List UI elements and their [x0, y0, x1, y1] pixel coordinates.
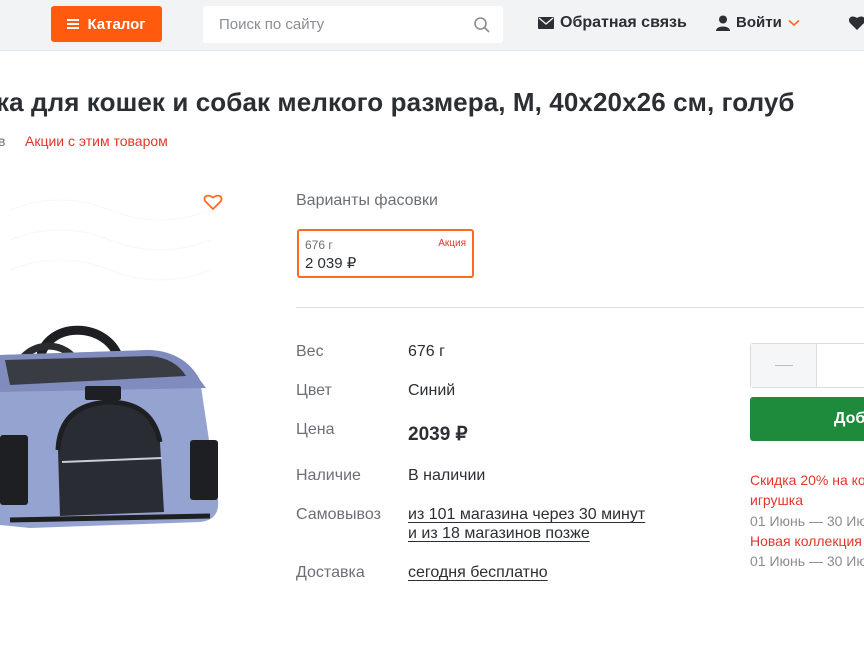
catalog-button[interactable]: Каталог [51, 6, 162, 42]
user-icon [716, 15, 730, 31]
pickup-link[interactable]: из 101 магазина через 30 минут [408, 505, 645, 525]
variant-card[interactable]: 676 г Акция 2 039 ₽ [297, 229, 474, 278]
envelope-icon [538, 17, 554, 29]
spec-value-color: Синий [408, 382, 456, 399]
minus-icon [774, 365, 793, 366]
promo-item-2[interactable]: Новая коллекция [750, 533, 862, 549]
variant-sale-badge: Акция [438, 238, 466, 249]
search-icon[interactable] [473, 16, 491, 34]
add-to-cart-label: Доб [834, 410, 864, 427]
favorites-heart-icon[interactable] [848, 14, 864, 32]
promo-title: Скидка 20% на ко [750, 472, 864, 488]
spec-label-color: Цвет [296, 382, 332, 399]
product-title: ка для кошек и собак мелкого размера, M,… [0, 87, 795, 117]
quantity-decrease-button[interactable] [751, 344, 817, 387]
promo-date: 01 Июнь — 30 Ию [750, 513, 864, 529]
spec-label-weight: Вес [296, 343, 324, 360]
promo-title-2: Новая коллекция [750, 533, 862, 549]
spec-value-price: 2039 ₽ [408, 424, 468, 445]
promo-link[interactable]: Акции с этим товаром [25, 133, 168, 149]
spec-label-pickup: Самовывоз [296, 506, 381, 523]
spec-label-availability: Наличие [296, 467, 361, 484]
promo-item[interactable]: Скидка 20% на ко [750, 472, 864, 488]
promo-dates: 01 Июнь — 30 Ию [750, 513, 864, 529]
login-button[interactable]: Войти [716, 14, 800, 31]
catalog-label: Каталог [87, 15, 146, 33]
variant-weight: 676 г [305, 238, 333, 252]
add-to-favorites-icon[interactable] [203, 193, 223, 211]
promo-date-2: 01 Июнь — 30 Ию [750, 553, 864, 569]
top-bar: Каталог Обратная связь Войти [0, 0, 864, 51]
spec-value-availability: В наличии [408, 467, 486, 484]
menu-icon [67, 19, 80, 29]
divider [296, 307, 864, 308]
spec-label-price: Цена [296, 421, 335, 438]
quantity-stepper [750, 343, 864, 388]
pickup-link-more[interactable]: и из 18 магазинов позже [408, 524, 590, 544]
search-box [203, 6, 503, 43]
chevron-down-icon [788, 19, 800, 26]
cut-off-link[interactable]: в [0, 133, 5, 149]
variant-price: 2 039 ₽ [305, 255, 357, 272]
promo-dates-2: 01 Июнь — 30 Ию [750, 553, 864, 569]
promo-item-cont[interactable]: игрушка [750, 492, 803, 508]
product-image [0, 199, 219, 528]
spec-label-delivery: Доставка [296, 564, 365, 581]
feedback-label: Обратная связь [560, 14, 687, 31]
spec-value-weight: 676 г [408, 343, 445, 360]
promo-title-cont: игрушка [750, 492, 804, 508]
delivery-link[interactable]: сегодня бесплатно [408, 563, 548, 583]
add-to-cart-button[interactable]: Доб [750, 397, 864, 441]
login-label: Войти [736, 14, 782, 31]
search-input[interactable] [219, 16, 459, 33]
variants-title: Варианты фасовки [296, 192, 438, 209]
feedback-link[interactable]: Обратная связь [538, 14, 687, 32]
